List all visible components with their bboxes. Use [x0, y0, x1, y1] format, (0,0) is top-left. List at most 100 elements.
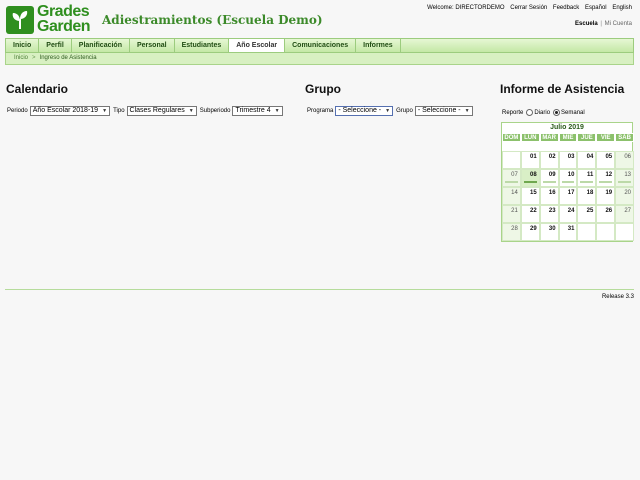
school-links-separator: |	[600, 21, 602, 27]
welcome-text: Welcome: DIRECTORDEMO	[427, 5, 505, 11]
calendar-empty-cell	[577, 223, 597, 241]
calendar-day[interactable]: 25	[577, 205, 597, 223]
nav-comunicaciones[interactable]: Comunicaciones	[285, 39, 357, 52]
chevron-down-icon: ▼	[102, 108, 108, 114]
calendar-day[interactable]: 13	[615, 169, 635, 187]
calendar-day[interactable]: 28	[502, 223, 521, 241]
nav-informes[interactable]: Informes	[356, 39, 401, 52]
chevron-down-icon: ▼	[385, 108, 391, 114]
calendar-day[interactable]: 06	[615, 151, 635, 169]
calendar-day[interactable]: 14	[502, 187, 521, 205]
calendar-day[interactable]: 16	[539, 187, 559, 205]
diario-label: Diario	[534, 109, 551, 116]
calendar-day-number: 12	[605, 172, 613, 178]
calendar-empty-cell	[615, 223, 635, 241]
org-title: Adiestramientos (Escuela Demo)	[102, 13, 323, 27]
calendar-day-number: 20	[624, 190, 632, 196]
calendar-day[interactable]: 18	[577, 187, 597, 205]
calendar-day[interactable]: 02	[539, 151, 559, 169]
nav-perfil[interactable]: Perfil	[39, 39, 72, 52]
attendance-bar	[580, 181, 594, 183]
nav-ano-escolar[interactable]: Año Escolar	[229, 39, 286, 52]
brand-line2: Garden	[37, 18, 91, 35]
calendar-day-number: 21	[511, 208, 518, 214]
sprout-logo-icon[interactable]	[6, 6, 34, 34]
programa-select[interactable]: - Seleccione - ▼	[335, 106, 394, 116]
calendar-day-number: 17	[567, 190, 575, 196]
attendance-bar	[618, 181, 632, 183]
calendar-day[interactable]: 03	[558, 151, 578, 169]
calendar-day[interactable]: 07	[502, 169, 521, 187]
calendar-empty-cell	[596, 223, 616, 241]
tipo-value: Clases Regulares	[129, 107, 185, 114]
calendar-day-number: 02	[548, 154, 556, 160]
calendar-day-number: 10	[567, 172, 575, 178]
chevron-down-icon: ▼	[188, 108, 194, 114]
nav-inicio[interactable]: Inicio	[6, 39, 40, 52]
calendar-day[interactable]: 22	[520, 205, 540, 223]
attendance-bar	[561, 181, 575, 183]
calendar-day[interactable]: 23	[539, 205, 559, 223]
calendar-day[interactable]: 26	[596, 205, 616, 223]
semanal-radio[interactable]	[553, 109, 561, 116]
feedback-link[interactable]: Feedback	[553, 5, 579, 11]
calendar-day-number: 03	[567, 154, 575, 160]
footer-divider	[5, 289, 634, 290]
calendar-day[interactable]: 20	[615, 187, 635, 205]
diario-radio[interactable]	[526, 109, 534, 116]
programa-value: - Seleccione -	[338, 107, 382, 114]
calendar-day-number: 31	[567, 226, 575, 232]
language-english-link[interactable]: English	[612, 5, 632, 11]
periodo-value: Año Escolar 2018-19	[32, 107, 99, 114]
calendar-day[interactable]: 09	[539, 169, 559, 187]
calendar-day[interactable]: 01	[520, 151, 540, 169]
periodo-label: Periodo	[7, 108, 28, 114]
calendar-day[interactable]: 29	[520, 223, 540, 241]
calendar-day[interactable]: 15	[520, 187, 540, 205]
calendar-day[interactable]: 10	[558, 169, 578, 187]
my-account-link[interactable]: Mi Cuenta	[605, 21, 632, 27]
breadcrumb-current: Ingreso de Asistencia	[39, 55, 97, 61]
subperiodo-select[interactable]: Trimestre 4 ▼	[232, 106, 283, 116]
grupo-title: Grupo	[305, 82, 341, 96]
calendar-day[interactable]: 24	[558, 205, 578, 223]
chevron-down-icon: ▼	[274, 108, 280, 114]
calendario-filters: Periodo Año Escolar 2018-19 ▼ Tipo Clase…	[7, 106, 286, 116]
calendar-day[interactable]: 17	[558, 187, 578, 205]
calendar-day[interactable]: 27	[615, 205, 635, 223]
grupo-select[interactable]: - Seleccione - ▼	[414, 106, 473, 116]
tipo-select[interactable]: Clases Regulares ▼	[126, 106, 197, 116]
calendar-day[interactable]: 19	[596, 187, 616, 205]
attendance-bar	[505, 181, 518, 183]
brand-logo[interactable]: Grades Garden	[37, 4, 99, 35]
calendar-day-header: MIE	[558, 133, 578, 142]
release-version: Release 3.3	[601, 294, 634, 300]
calendar-day-number: 19	[605, 190, 613, 196]
calendar-day[interactable]: 04	[577, 151, 597, 169]
calendar-day[interactable]: 31	[558, 223, 578, 241]
calendar-day[interactable]: 08	[520, 169, 540, 187]
nav-estudiantes[interactable]: Estudiantes	[175, 39, 230, 52]
nav-personal[interactable]: Personal	[130, 39, 175, 52]
breadcrumb: Inicio > Ingreso de Asistencia	[5, 53, 634, 65]
calendar-day-number: 13	[624, 172, 632, 178]
calendar-day[interactable]: 05	[596, 151, 616, 169]
calendar-day-number: 18	[586, 190, 594, 196]
chevron-down-icon: ▼	[464, 108, 470, 114]
calendario-title: Calendario	[6, 82, 69, 96]
logout-link[interactable]: Cerrar Sesión	[510, 5, 547, 11]
calendar-day[interactable]: 21	[502, 205, 521, 223]
calendar-day[interactable]: 12	[596, 169, 616, 187]
grupo-value: - Seleccione -	[417, 107, 461, 114]
calendar-day-header: DOM	[502, 133, 521, 142]
nav-planificacion[interactable]: Planificación	[72, 39, 130, 52]
calendar-day[interactable]: 30	[539, 223, 559, 241]
periodo-select[interactable]: Año Escolar 2018-19 ▼	[29, 106, 111, 116]
calendar-day-number: 29	[530, 226, 537, 232]
calendar-day[interactable]: 11	[577, 169, 597, 187]
subperiodo-value: Trimestre 4	[235, 107, 271, 114]
top-links: Welcome: DIRECTORDEMO Cerrar Sesión Feed…	[427, 5, 632, 11]
language-espanol-link[interactable]: Español	[585, 5, 607, 11]
school-link[interactable]: Escuela	[575, 21, 598, 27]
breadcrumb-home[interactable]: Inicio	[14, 55, 28, 61]
